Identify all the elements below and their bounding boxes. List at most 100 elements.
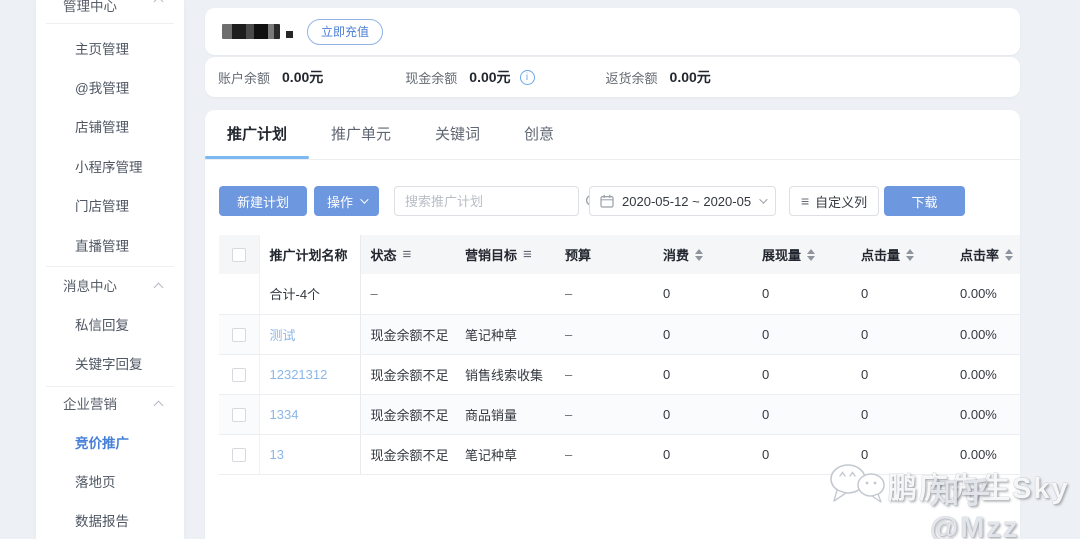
cost-cell: 0	[653, 274, 752, 315]
row-checkbox[interactable]	[231, 447, 246, 462]
sidebar-item-at-me[interactable]: @我管理	[36, 69, 184, 109]
account-balance-label: 账户余额	[218, 70, 271, 86]
search-input[interactable]	[395, 193, 586, 209]
ctr-cell: 0.00%	[950, 394, 1020, 435]
goal-cell: 商品销量	[455, 394, 555, 435]
clicks-cell: 0	[851, 274, 950, 315]
sidebar-group-label: 企业营销	[63, 397, 117, 412]
cash-balance-value: 0.00元	[469, 69, 511, 85]
filter-icon[interactable]: ≡	[523, 246, 532, 263]
status-cell: –	[360, 274, 455, 315]
column-label: 营销目标	[465, 248, 518, 263]
status-cell: 现金余额不足	[360, 394, 455, 435]
download-button[interactable]: 下载	[884, 186, 966, 216]
ctr-cell: 0.00%	[950, 354, 1020, 395]
tab-creative[interactable]: 创意	[502, 110, 576, 159]
sidebar-item-live[interactable]: 直播管理	[36, 227, 184, 267]
table-header-row: 推广计划名称 状态 ≡ 营销目标 ≡ 预算 消费 展现量 点击量 点击率	[219, 235, 1020, 274]
table-row-total: 合计-4个 – – 0 0 0 0.00%	[219, 274, 1020, 315]
sidebar-group-enterprise-marketing[interactable]: 企业营销	[36, 385, 184, 425]
budget-cell: –	[555, 434, 653, 475]
sidebar-item-keyword-reply[interactable]: 关键字回复	[36, 345, 184, 385]
plan-name-link[interactable]: 12321312	[270, 367, 328, 382]
row-checkbox[interactable]	[231, 407, 246, 422]
impressions-cell: 0	[752, 354, 851, 395]
sidebar: 管理中心 主页管理 @我管理 店铺管理 小程序管理 门店管理 直播管理 消息中心…	[36, 0, 184, 539]
chevron-up-icon	[153, 400, 164, 411]
calendar-icon	[600, 194, 614, 208]
account-balance-value: 0.00元	[282, 69, 324, 85]
column-header-status: 状态 ≡	[360, 235, 455, 274]
table-row: 12321312 现金余额不足 销售线索收集 – 0 0 0 0.00%	[219, 354, 1020, 395]
sidebar-item-bidding-promotion[interactable]: 竞价推广	[36, 424, 184, 464]
status-cell: 现金余额不足	[360, 314, 455, 355]
sidebar-divider	[46, 23, 174, 24]
search-box	[394, 186, 600, 216]
sidebar-group-message-center[interactable]: 消息中心	[36, 267, 184, 307]
info-icon[interactable]: i	[519, 69, 535, 85]
date-range-picker[interactable]: 2020-05-12 ~ 2020-05	[589, 186, 777, 216]
sort-icon[interactable]	[906, 248, 915, 261]
plan-name-link[interactable]: 1334	[270, 407, 299, 422]
budget-cell: –	[555, 354, 653, 395]
cost-cell: 0	[653, 434, 752, 475]
plan-name-link[interactable]: 13	[270, 447, 284, 462]
column-header-ctr: 点击率	[950, 235, 1020, 274]
balance-card: 账户余额 0.00元 现金余额 0.00元 i 返货余额 0.00元	[205, 57, 1020, 97]
sidebar-group-label: 管理中心	[63, 0, 117, 14]
recharge-button[interactable]: 立即充值	[307, 18, 384, 45]
sidebar-item-mini-program[interactable]: 小程序管理	[36, 148, 184, 188]
chevron-up-icon	[153, 282, 164, 293]
chevron-down-icon	[759, 195, 768, 204]
sort-icon[interactable]	[807, 248, 816, 261]
sort-icon[interactable]	[695, 248, 704, 261]
table-row: 13 现金余额不足 笔记种草 – 0 0 0 0.00%	[219, 434, 1020, 475]
column-label: 状态	[370, 248, 397, 263]
budget-cell: –	[555, 314, 653, 355]
sidebar-item-data-report[interactable]: 数据报告	[36, 502, 184, 539]
sidebar-item-shop[interactable]: 店铺管理	[36, 108, 184, 148]
ctr-cell: 0.00%	[950, 434, 1020, 475]
row-checkbox[interactable]	[231, 327, 246, 342]
status-cell: 现金余额不足	[360, 354, 455, 395]
action-dropdown-button[interactable]: 操作	[314, 186, 380, 216]
custom-columns-button[interactable]: ≡ 自定义列	[789, 186, 880, 216]
toolbar: 新建计划 操作 2020-05-12 ~ 2020-05 ≡ 自定义	[219, 186, 1006, 216]
impressions-cell: 0	[752, 314, 851, 355]
custom-columns-label: 自定义列	[815, 194, 868, 210]
sidebar-item-homepage[interactable]: 主页管理	[36, 30, 184, 70]
column-header-cost: 消费	[653, 235, 752, 274]
chevron-up-icon	[153, 0, 164, 7]
filter-icon[interactable]: ≡	[403, 246, 412, 263]
row-checkbox[interactable]	[231, 367, 246, 382]
clicks-cell: 0	[851, 394, 950, 435]
sidebar-item-store[interactable]: 门店管理	[36, 187, 184, 227]
status-cell: 现金余额不足	[360, 434, 455, 475]
return-goods-balance: 返货余额 0.00元	[606, 67, 711, 87]
list-lines-icon: ≡	[800, 193, 810, 209]
tab-promotion-plan[interactable]: 推广计划	[205, 110, 310, 159]
clicks-cell: 0	[851, 434, 950, 475]
return-goods-balance-value: 0.00元	[669, 69, 711, 85]
tab-label: 创意	[524, 126, 555, 143]
plan-name-link[interactable]: 测试	[270, 328, 296, 343]
new-plan-button[interactable]: 新建计划	[219, 186, 308, 216]
sidebar-group-label: 消息中心	[63, 279, 117, 294]
sidebar-item-private-reply[interactable]: 私信回复	[36, 306, 184, 346]
impressions-cell: 0	[752, 274, 851, 315]
sidebar-item-landing-page[interactable]: 落地页	[36, 463, 184, 503]
cost-cell: 0	[653, 354, 752, 395]
impressions-cell: 0	[752, 434, 851, 475]
sort-icon[interactable]	[1005, 248, 1014, 261]
date-range-value: 2020-05-12 ~ 2020-05	[622, 193, 752, 209]
ctr-cell: 0.00%	[950, 274, 1020, 315]
tab-promotion-unit[interactable]: 推广单元	[309, 110, 413, 159]
tab-keywords[interactable]: 关键词	[413, 110, 502, 159]
select-all-checkbox[interactable]	[231, 248, 246, 263]
tab-label: 推广单元	[331, 126, 392, 143]
impressions-cell: 0	[752, 394, 851, 435]
goal-cell: 销售线索收集	[455, 354, 555, 395]
total-cell: 合计-4个	[258, 274, 361, 315]
goal-cell	[455, 274, 555, 315]
table-row: 测试 现金余额不足 笔记种草 – 0 0 0 0.00%	[219, 314, 1020, 355]
